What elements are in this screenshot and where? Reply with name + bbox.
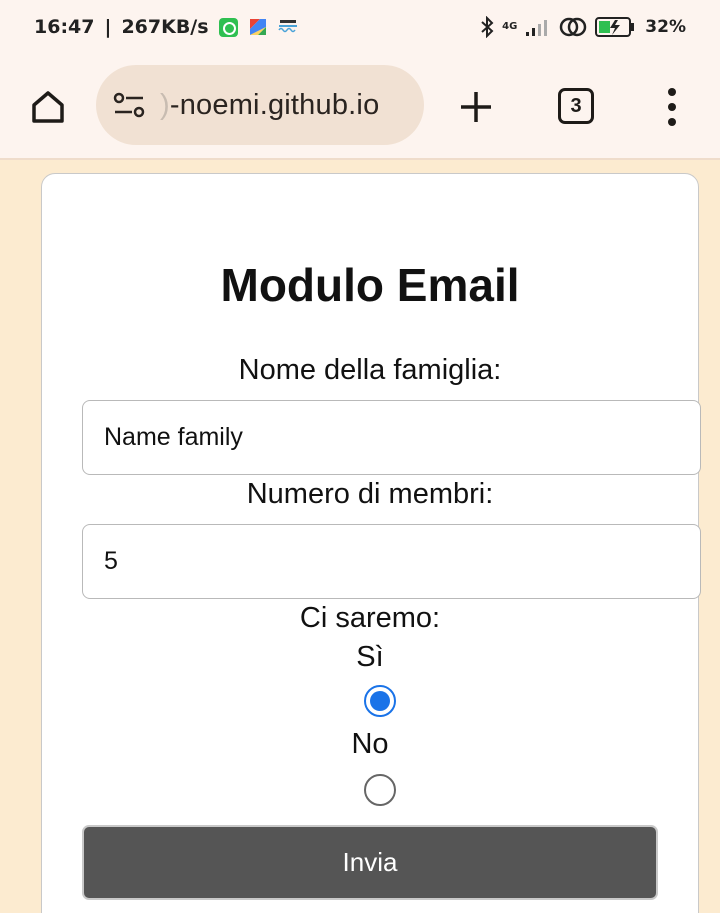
- submit-button[interactable]: Invia: [82, 825, 658, 900]
- members-count-label: Numero di membri:: [246, 478, 494, 510]
- status-left: 16:47 | 267KB/s: [34, 16, 298, 38]
- battery-icon: [595, 17, 635, 37]
- url-domain: -noemi.github.io: [169, 88, 380, 121]
- option-yes-label: Sì: [356, 641, 384, 673]
- network-label: 4G: [502, 21, 518, 32]
- site-settings-icon[interactable]: [112, 90, 146, 120]
- url-faded-text: ): [160, 88, 170, 121]
- battery-level: 32%: [645, 17, 686, 37]
- status-time: 16:47: [34, 16, 95, 38]
- app-icon: [277, 20, 297, 33]
- home-button[interactable]: [26, 85, 70, 129]
- browser-toolbar: )-noemi.github.io 3: [0, 54, 720, 160]
- family-name-input[interactable]: [82, 400, 701, 475]
- home-icon: [32, 91, 64, 123]
- maps-icon: [249, 19, 266, 35]
- whatsapp-icon: [218, 17, 238, 37]
- status-speed: 267KB/s: [121, 16, 209, 38]
- more-menu-icon: [668, 103, 676, 111]
- status-separator: |: [104, 16, 112, 38]
- new-tab-icon: [461, 92, 491, 122]
- tab-count: 3: [570, 94, 582, 117]
- members-count-input[interactable]: [82, 524, 701, 599]
- option-no-label: No: [351, 728, 389, 760]
- url-text[interactable]: )-noemi.github.io: [160, 89, 379, 122]
- more-menu-icon: [668, 88, 676, 96]
- attendance-label: Ci saremo:: [299, 602, 441, 634]
- address-bar[interactable]: )-noemi.github.io: [96, 65, 424, 145]
- more-menu-icon: [668, 118, 676, 126]
- radio-yes[interactable]: [364, 685, 396, 717]
- tabs-button[interactable]: 3: [558, 88, 594, 124]
- form-title: Modulo Email: [220, 259, 520, 311]
- radio-no[interactable]: [364, 774, 396, 806]
- status-bar: 16:47 | 267KB/s 4G 32%: [0, 0, 720, 54]
- bluetooth-icon: [481, 16, 494, 38]
- signal-icon: [526, 20, 548, 36]
- new-tab-button[interactable]: [454, 85, 498, 129]
- more-menu-button[interactable]: [656, 84, 688, 130]
- status-right: 4G 32%: [480, 16, 686, 38]
- family-name-label: Nome della famiglia:: [238, 354, 502, 386]
- hotspot-icon: [560, 17, 587, 37]
- form-card: Modulo Email Nome della famiglia: Numero…: [41, 173, 701, 913]
